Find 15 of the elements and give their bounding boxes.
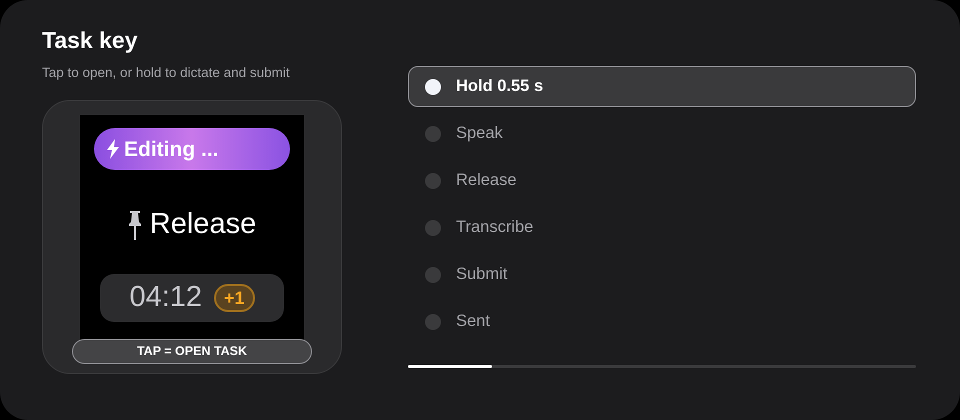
step-item[interactable]: Transcribe (408, 207, 916, 248)
title: Task key (42, 26, 138, 54)
step-item[interactable]: Sent (408, 301, 916, 342)
pin-icon (128, 210, 142, 240)
caption-button[interactable]: TAP = OPEN TASK (72, 339, 312, 364)
status-text: Editing ... (124, 136, 218, 162)
step-item[interactable]: Speak (408, 113, 916, 154)
timer: 04:12 (129, 280, 202, 315)
step-item[interactable]: Release (408, 160, 916, 201)
step-item[interactable]: Hold 0.55 s (408, 66, 916, 107)
device-label: Release (150, 207, 256, 242)
step-item[interactable]: Submit (408, 254, 916, 295)
subtitle: Tap to open, or hold to dictate and submit (42, 64, 291, 82)
lightning-icon (106, 139, 120, 160)
count-badge: +1 (214, 284, 255, 312)
